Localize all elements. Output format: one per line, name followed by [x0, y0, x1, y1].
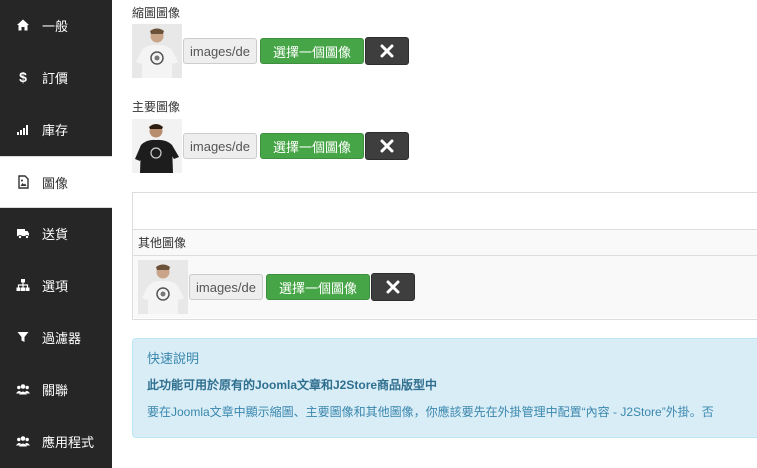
main-image-preview [132, 119, 182, 173]
image-file-icon [16, 175, 30, 189]
sidebar-item-label: 訂價 [42, 70, 69, 86]
filter-icon [16, 330, 30, 344]
users-icon [16, 382, 30, 396]
sidebar-item-images[interactable]: 圖像 [0, 156, 112, 208]
other-image-clear-button[interactable] [371, 273, 415, 301]
help-alert: 快速說明 此功能可用於原有的Joomla文章和J2Store商品版型中 要在Jo… [132, 338, 757, 438]
sidebar-item-label: 選項 [42, 278, 69, 294]
truck-icon [16, 226, 30, 240]
thumbnail-row: images/de 選擇一個圖像 [132, 24, 409, 78]
sidebar-item-filters[interactable]: 過濾器 [0, 312, 112, 362]
other-image-select-button[interactable]: 選擇一個圖像 [265, 274, 370, 300]
main-image-path-field[interactable]: images/de [183, 133, 257, 159]
help-description: 要在Joomla文章中顯示縮圖、主要圖像和其他圖像，你應該要先在外掛管理中配置“… [147, 405, 714, 419]
users-icon [16, 434, 30, 448]
thumbnail-label: 縮圖圖像 [132, 6, 181, 20]
sidebar-item-options[interactable]: 選項 [0, 260, 112, 310]
sidebar-item-label: 一般 [42, 18, 69, 34]
main-content: 縮圖圖像 images/de 選擇一個圖像 主要圖像 images/de 選擇一… [132, 0, 757, 468]
table-header-row [133, 193, 757, 230]
main-image-row: images/de 選擇一個圖像 [132, 119, 409, 173]
sidebar: 一般 $ 訂價 庫存 圖像 送貨 選項 過濾器 關聯 應用程式 [0, 0, 112, 468]
other-images-label: 其他圖像 [133, 230, 757, 256]
sidebar-item-label: 送貨 [42, 226, 69, 242]
thumbnail-path-field[interactable]: images/de [183, 38, 257, 64]
sitemap-icon [16, 278, 30, 292]
sidebar-item-pricing[interactable]: $ 訂價 [0, 52, 112, 102]
other-images-table: 其他圖像 images/de 選擇一個圖像 [132, 192, 757, 320]
other-image-path-field[interactable]: images/de [189, 274, 263, 300]
sidebar-item-relations[interactable]: 關聯 [0, 364, 112, 414]
table-row: images/de 選擇一個圖像 [133, 256, 757, 318]
main-image-select-button[interactable]: 選擇一個圖像 [259, 133, 364, 159]
help-bold-text: 此功能可用於原有的Joomla文章和J2Store商品版型中 [147, 378, 438, 392]
sidebar-item-apps[interactable]: 應用程式 [0, 416, 112, 466]
other-image-row: images/de 選擇一個圖像 [138, 260, 415, 314]
thumbnail-clear-button[interactable] [365, 37, 409, 65]
dollar-icon: $ [19, 69, 27, 85]
help-title: 快速說明 [147, 351, 200, 366]
sidebar-item-general[interactable]: 一般 [0, 0, 112, 50]
main-image-label: 主要圖像 [132, 100, 181, 114]
thumbnail-select-button[interactable]: 選擇一個圖像 [259, 38, 364, 64]
x-icon [380, 44, 394, 58]
thumbnail-preview [132, 24, 182, 78]
x-icon [386, 280, 400, 294]
x-icon [380, 139, 394, 153]
sidebar-item-inventory[interactable]: 庫存 [0, 104, 112, 154]
sidebar-item-shipping[interactable]: 送貨 [0, 208, 112, 258]
other-image-preview [138, 260, 188, 314]
home-icon [16, 18, 30, 32]
sidebar-item-label: 庫存 [42, 122, 69, 138]
main-image-clear-button[interactable] [365, 132, 409, 160]
sidebar-item-label: 圖像 [42, 175, 69, 191]
sidebar-item-label: 過濾器 [42, 330, 82, 346]
signal-icon [16, 122, 30, 136]
sidebar-item-label: 關聯 [42, 382, 69, 398]
sidebar-item-label: 應用程式 [42, 434, 95, 450]
